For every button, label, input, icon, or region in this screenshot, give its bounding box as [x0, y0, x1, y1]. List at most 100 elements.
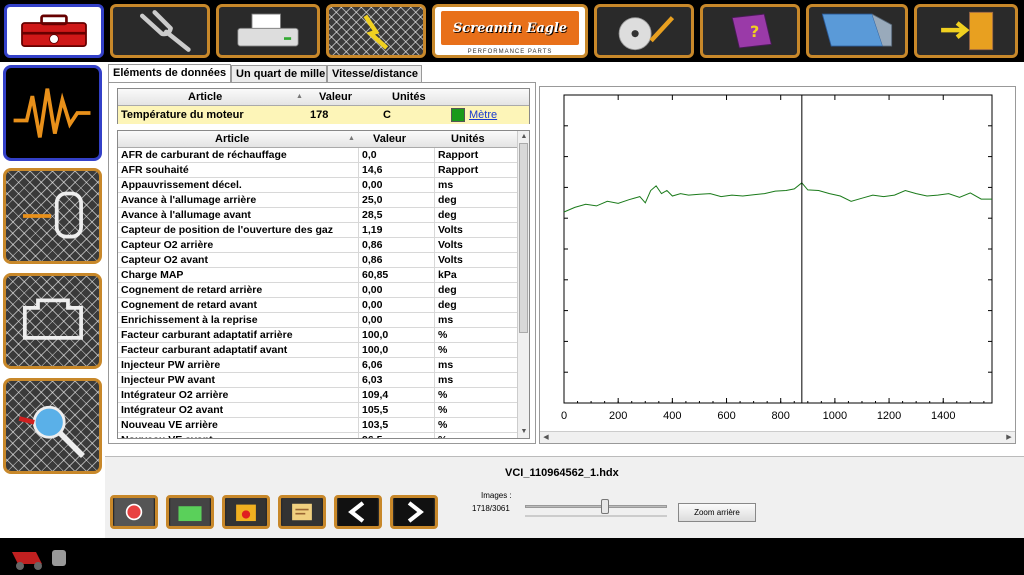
table-row[interactable]: Intégrateur O2 avant 105,5% — [118, 403, 518, 418]
row-article: Capteur O2 avant — [121, 254, 208, 266]
col-unites-header[interactable]: Unités — [451, 133, 485, 145]
printer-button[interactable] — [216, 4, 320, 58]
sidebar-data-button[interactable] — [3, 65, 102, 161]
x-tick-label: 1400 — [931, 410, 955, 422]
scroll-up-icon[interactable]: ▲ — [518, 131, 529, 143]
notes-button[interactable] — [278, 495, 326, 529]
line-chart[interactable]: 0 200 400 600 800 1000 1200 1400 — [540, 87, 1015, 431]
help-book-icon: ? — [731, 13, 772, 49]
tuning-fork-button[interactable] — [110, 4, 210, 58]
engine-icon — [22, 298, 83, 340]
x-tick-label: 1000 — [823, 410, 847, 422]
scroll-left-icon[interactable]: ◀ — [540, 432, 552, 444]
logo-brand-text: Screamin Eagle — [452, 21, 568, 36]
row-article: AFR de carburant de réchauffage — [121, 149, 287, 161]
table-row[interactable]: Facteur carburant adaptatif avant 100,0% — [118, 343, 518, 358]
save-icon — [170, 498, 210, 526]
table-row[interactable]: Injecteur PW avant 6,03 ms — [118, 373, 518, 388]
row-unites: Rapport — [438, 164, 479, 176]
tab-speed-distance[interactable]: Vitesse/distance — [327, 65, 422, 82]
chart-panel: 0 200 400 600 800 1000 1200 1400 ◀ ▶ — [539, 86, 1016, 444]
row-article: Injecteur PW arrière — [121, 359, 221, 371]
previous-button[interactable] — [334, 495, 382, 529]
data-log-icon — [363, 14, 389, 50]
scroll-thumb[interactable] — [519, 143, 528, 333]
gauge-link[interactable]: Mètre — [469, 109, 497, 121]
selected-row[interactable]: Température du moteur 178 C Mètre — [118, 106, 529, 124]
table-row[interactable]: Capteur O2 arrière 0,86 Volts — [118, 238, 518, 253]
table-row[interactable]: Facteur carburant adaptatif arrière 100,0… — [118, 328, 518, 343]
row-unites: kPa — [438, 269, 457, 281]
table-row[interactable]: Capteur de position de l'ouverture des g… — [118, 223, 518, 238]
frame-slider-track[interactable] — [525, 505, 667, 508]
chevron-right-icon — [394, 498, 434, 526]
row-unites: Rapport — [438, 149, 479, 161]
zoom-out-button[interactable]: Zoom arrière — [678, 503, 756, 522]
row-valeur: 0,00 — [362, 179, 383, 191]
row-valeur: 0,86 — [362, 239, 383, 251]
table-row[interactable]: Nouveau VE avant 96,5% — [118, 433, 518, 438]
col-article-header[interactable]: Article — [215, 133, 249, 145]
sidebar-engine-button[interactable] — [3, 273, 102, 369]
tab-data-elements[interactable]: Eléments de données — [108, 64, 231, 83]
scroll-right-icon[interactable]: ▶ — [1003, 432, 1015, 444]
window-button[interactable] — [806, 4, 908, 58]
table-row[interactable]: Enrichissement à la reprise 0,00 ms — [118, 313, 518, 328]
table-row[interactable]: Charge MAP 60,85 kPa — [118, 268, 518, 283]
help-book-button[interactable]: ? — [700, 4, 800, 58]
sidebar-sensors-button[interactable] — [3, 168, 102, 264]
frame-slider-thumb[interactable] — [600, 499, 609, 514]
connection-status-icon — [12, 550, 66, 570]
exit-button[interactable] — [914, 4, 1018, 58]
toolbox-button[interactable] — [4, 4, 104, 58]
row-unites: deg — [438, 194, 457, 206]
notes-icon — [282, 498, 322, 526]
row-article: Capteur O2 arrière — [121, 239, 214, 251]
frame-slider-lower-track — [525, 515, 667, 517]
row-unites: ms — [438, 179, 454, 191]
selected-unites: C — [383, 109, 391, 121]
table-row[interactable]: Avance à l'allumage arrière 25,0 deg — [118, 193, 518, 208]
table-row[interactable]: Injecteur PW arrière 6,06 ms — [118, 358, 518, 373]
table-row[interactable]: Cognement de retard avant 0,00 deg — [118, 298, 518, 313]
table-row[interactable]: Avance à l'allumage avant 28,5 deg — [118, 208, 518, 223]
data-log-button[interactable] — [326, 4, 426, 58]
tuning-fork-icon — [140, 10, 191, 52]
table-row[interactable]: Intégrateur O2 arrière 109,4% — [118, 388, 518, 403]
save-snapshot-button[interactable] — [166, 495, 214, 529]
table-row[interactable]: Nouveau VE arrière 103,5% — [118, 418, 518, 433]
waveform-icon — [13, 88, 91, 138]
col-valeur-header[interactable]: Valeur — [373, 133, 406, 145]
sidebar-diagnostics-button[interactable] — [3, 378, 102, 474]
table-row[interactable]: Capteur O2 avant 0,86 Volts — [118, 253, 518, 268]
col-unites-header[interactable]: Unités — [392, 91, 426, 103]
col-valeur-header[interactable]: Valeur — [319, 91, 352, 103]
row-unites: % — [438, 404, 448, 416]
horizontal-scrollbar[interactable]: ◀ ▶ — [540, 431, 1015, 443]
tab-quarter-mile[interactable]: Un quart de mille — [231, 65, 327, 82]
scroll-down-icon[interactable]: ▼ — [518, 426, 529, 438]
sort-arrow-icon: ▲ — [348, 135, 355, 142]
record-button[interactable] — [222, 495, 270, 529]
row-article: Cognement de retard avant — [121, 299, 257, 311]
table-row[interactable]: AFR de carburant de réchauffage 0,0 Rappor… — [118, 148, 518, 163]
table-row[interactable]: Appauvrissement décel. 0,00 ms — [118, 178, 518, 193]
selected-grid-header: Article ▲ Valeur Unités — [118, 89, 529, 106]
table-row[interactable]: AFR souhaité 14,6 Rapport — [118, 163, 518, 178]
main-toolbar: Screamin Eagle PERFORMANCE PARTS ? — [0, 0, 1024, 62]
vertical-scrollbar[interactable]: ▲ ▼ — [517, 131, 529, 438]
row-article: Facteur carburant adaptatif arrière — [121, 329, 293, 341]
row-article: Facteur carburant adaptatif avant — [121, 344, 288, 356]
stop-button[interactable] — [110, 495, 158, 529]
next-button[interactable] — [390, 495, 438, 529]
logo-sub-text: PERFORMANCE PARTS — [467, 49, 553, 55]
series-color-swatch[interactable] — [451, 108, 465, 122]
stop-icon — [114, 498, 154, 526]
row-valeur: 0,00 — [362, 299, 383, 311]
row-valeur: 109,4 — [362, 389, 389, 401]
col-article-header[interactable]: Article — [188, 91, 222, 103]
row-valeur: 0,86 — [362, 254, 383, 266]
toolbox-icon — [21, 14, 87, 47]
disc-button[interactable] — [594, 4, 694, 58]
table-row[interactable]: Cognement de retard arrière 0,00 deg — [118, 283, 518, 298]
